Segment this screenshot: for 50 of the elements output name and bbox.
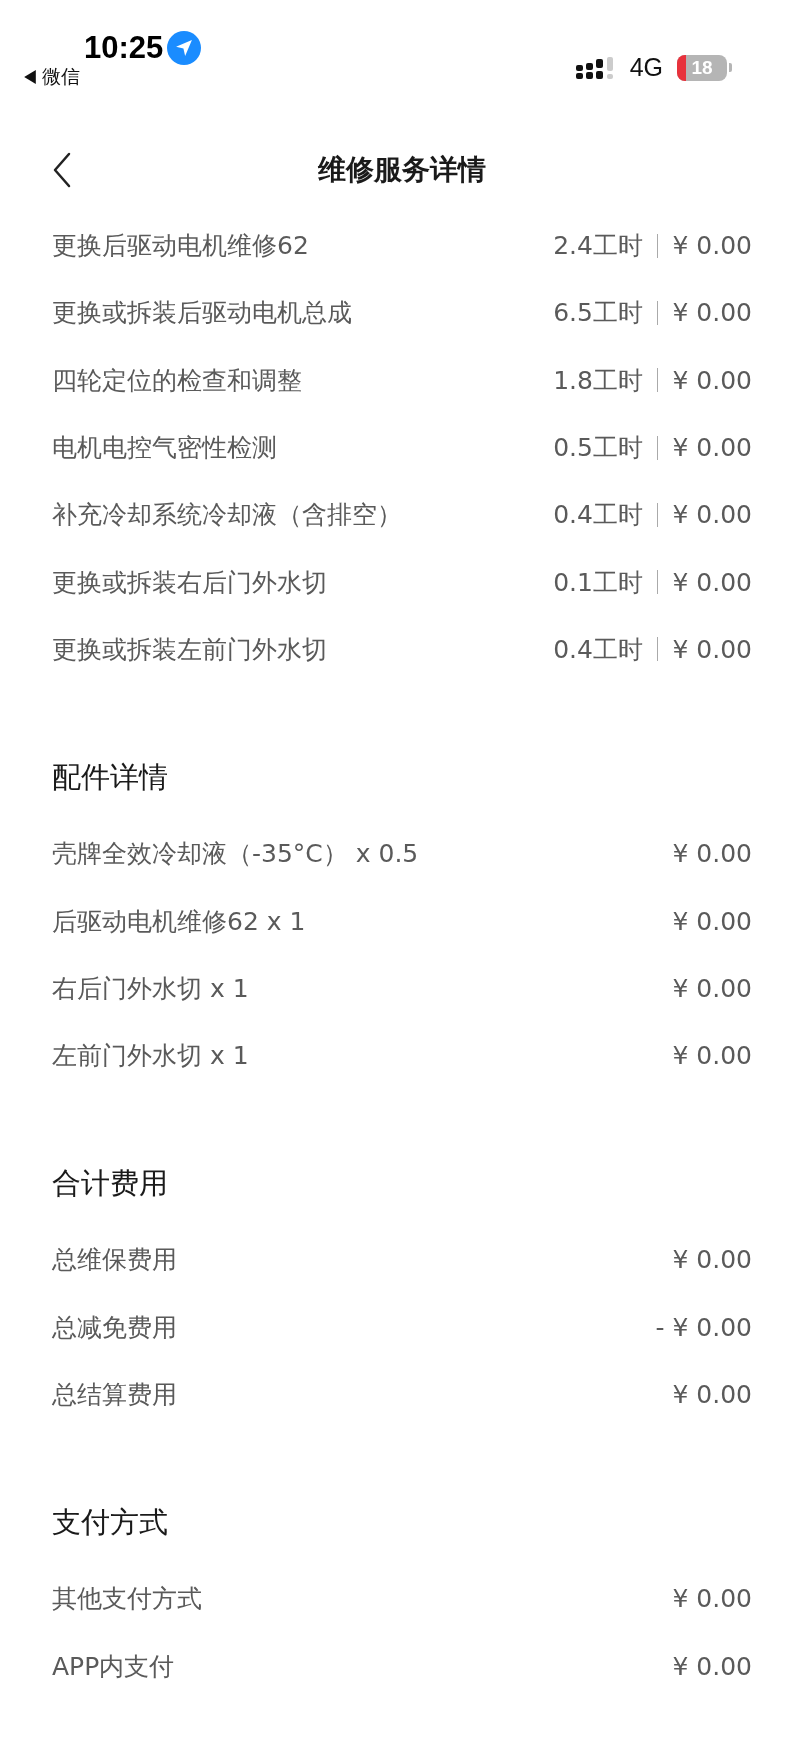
- labor-hours: 0.5工时: [553, 432, 643, 465]
- status-time: 10:25: [84, 30, 164, 66]
- row-label: 左前门外水切 x 1: [52, 1040, 249, 1073]
- labor-hours: 0.1工时: [553, 566, 643, 599]
- labor-hours: 0.4工时: [553, 633, 643, 666]
- labor-price: ¥ 0.00: [672, 231, 752, 261]
- page-title: 维修服务详情: [318, 152, 486, 188]
- row-value: ¥ 0.00: [672, 973, 752, 1003]
- battery-indicator: 18: [677, 54, 727, 81]
- labor-item-name: 电机电控气密性检测: [52, 432, 277, 465]
- labor-item-name: 更换或拆装后驱动电机总成: [52, 297, 352, 330]
- row-value: ¥ 0.00: [672, 906, 752, 936]
- labor-item-name: 更换后驱动电机维修62: [52, 230, 309, 263]
- section-title: 合计费用: [51, 1165, 169, 1203]
- labor-price: ¥ 0.00: [672, 634, 752, 664]
- row-value: - ¥ 0.00: [655, 1312, 752, 1342]
- section-title: 配件详情: [51, 759, 169, 797]
- row-label: 后驱动电机维修62 x 1: [52, 905, 306, 938]
- signal-icon: [575, 56, 616, 79]
- section-title: 支付方式: [51, 1504, 169, 1542]
- row-value: ¥ 0.00: [672, 1651, 752, 1681]
- back-triangle-icon[interactable]: [24, 70, 36, 84]
- row-label: 右后门外水切 x 1: [52, 972, 249, 1005]
- labor-hours: 1.8工时: [553, 364, 643, 397]
- labor-item-name: 更换或拆装右后门外水切: [52, 566, 327, 599]
- back-app-label[interactable]: 微信: [42, 64, 80, 90]
- labor-price: ¥ 0.00: [672, 433, 752, 463]
- row-value: ¥ 0.00: [672, 1245, 752, 1275]
- row-value: ¥ 0.00: [672, 1041, 752, 1071]
- row-label: 总维保费用: [52, 1244, 177, 1277]
- row-value: ¥ 0.00: [672, 839, 752, 869]
- network-label: 4G: [629, 53, 663, 82]
- row-value: ¥ 0.00: [672, 1584, 752, 1614]
- labor-hours: 0.4工时: [553, 499, 643, 532]
- labor-price: ¥ 0.00: [672, 500, 752, 530]
- labor-price: ¥ 0.00: [672, 365, 752, 395]
- labor-item-name: 四轮定位的检查和调整: [52, 364, 302, 397]
- back-icon[interactable]: [52, 152, 72, 188]
- labor-item-name: 更换或拆装左前门外水切: [52, 633, 327, 666]
- row-label: APP内支付: [52, 1650, 175, 1683]
- labor-price: ¥ 0.00: [672, 298, 752, 328]
- row-value: ¥ 0.00: [672, 1380, 752, 1409]
- row-label: 其他支付方式: [52, 1583, 202, 1616]
- labor-hours: 6.5工时: [553, 297, 643, 330]
- labor-item-name: 补充冷却系统冷却液（含排空）: [52, 499, 402, 532]
- row-label: 总结算费用: [52, 1379, 177, 1411]
- labor-hours: 2.4工时: [553, 230, 643, 263]
- labor-price: ¥ 0.00: [672, 567, 752, 597]
- row-label: 壳牌全效冷却液（-35°C） x 0.5: [52, 838, 419, 871]
- row-label: 总减免费用: [52, 1311, 177, 1344]
